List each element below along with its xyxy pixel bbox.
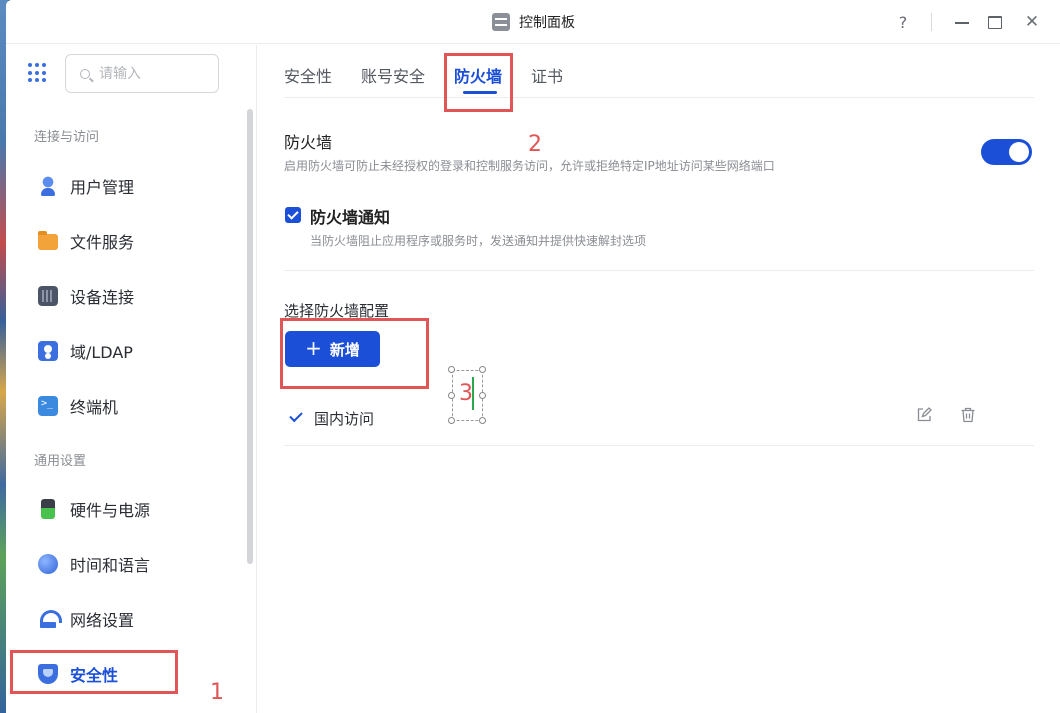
window-title: 控制面板 bbox=[519, 15, 575, 31]
firewall-toggle[interactable] bbox=[981, 139, 1032, 165]
annotation-number-3: 3 bbox=[459, 381, 473, 406]
battery-icon bbox=[41, 499, 55, 519]
section-label-general: 通用设置 bbox=[34, 454, 87, 469]
maximize-icon bbox=[988, 15, 1002, 29]
sidebar-item-user-management[interactable]: 用户管理 bbox=[14, 164, 242, 208]
close-button[interactable]: ✕ bbox=[1020, 10, 1044, 34]
annotation-box-3 bbox=[280, 318, 429, 389]
sidebar-item-ldap[interactable]: 域/LDAP bbox=[14, 329, 242, 373]
sidebar-item-device-connection[interactable]: 设备连接 bbox=[14, 274, 242, 318]
edit-icon[interactable] bbox=[916, 407, 932, 423]
window-title-group: 控制面板 bbox=[492, 11, 575, 33]
annotation-number-1: 1 bbox=[210, 680, 224, 705]
app-grid-icon[interactable] bbox=[28, 63, 48, 83]
selection-handle bbox=[479, 417, 486, 424]
annotation-number-2: 2 bbox=[528, 132, 542, 157]
text-caret bbox=[472, 377, 474, 410]
sidebar-item-label: 用户管理 bbox=[70, 178, 135, 197]
minimize-icon bbox=[955, 22, 969, 24]
control-panel-icon bbox=[492, 13, 510, 31]
sidebar: 连接与访问 用户管理 文件服务 设备连接 域/LDAP 终端机 通用设置 硬件与… bbox=[6, 45, 257, 713]
sidebar-item-label: 域/LDAP bbox=[70, 343, 133, 362]
tab-bar: 安全性 账号安全 防火墙 证书 bbox=[284, 45, 1034, 98]
sidebar-item-label: 终端机 bbox=[70, 398, 119, 417]
config-row-label: 国内访问 bbox=[314, 410, 375, 428]
tab-security[interactable]: 安全性 bbox=[284, 63, 332, 87]
trash-icon[interactable] bbox=[960, 407, 976, 423]
annotation-box-1 bbox=[10, 650, 178, 694]
selection-handle bbox=[448, 392, 455, 399]
user-icon bbox=[38, 176, 58, 196]
folder-icon bbox=[38, 231, 58, 250]
sidebar-item-network[interactable]: 网络设置 bbox=[14, 597, 242, 641]
sidebar-item-file-service[interactable]: 文件服务 bbox=[14, 219, 242, 263]
selection-handle bbox=[479, 366, 486, 373]
firewall-title: 防火墙 bbox=[284, 133, 333, 152]
tab-account-security[interactable]: 账号安全 bbox=[361, 63, 425, 87]
terminal-icon bbox=[38, 396, 58, 416]
firewall-description: 启用防火墙可防止未经授权的登录和控制服务访问，允许或拒绝特定IP地址访问某些网络… bbox=[284, 159, 775, 173]
help-button[interactable]: ? bbox=[891, 10, 915, 34]
firewall-notify-title: 防火墙通知 bbox=[310, 208, 391, 227]
sidebar-item-label: 网络设置 bbox=[70, 611, 135, 630]
selection-handle bbox=[448, 417, 455, 424]
sidebar-item-terminal[interactable]: 终端机 bbox=[14, 384, 242, 428]
config-row[interactable]: 国内访问 bbox=[284, 400, 1034, 446]
search-icon bbox=[80, 68, 90, 79]
section-label-connection: 连接与访问 bbox=[34, 130, 100, 145]
selection-handle bbox=[479, 392, 486, 399]
sidebar-item-label: 设备连接 bbox=[70, 288, 135, 307]
network-icon bbox=[38, 609, 62, 629]
firewall-notify-checkbox[interactable] bbox=[285, 207, 301, 223]
sidebar-scrollbar[interactable] bbox=[247, 109, 253, 564]
selection-handle bbox=[448, 366, 455, 373]
control-panel-window: 控制面板 ? ✕ 连接与访问 用户管理 文件服务 设备连接 域 bbox=[6, 0, 1060, 713]
sidebar-item-label: 硬件与电源 bbox=[70, 501, 151, 520]
toggle-knob bbox=[1009, 142, 1029, 162]
search-box[interactable] bbox=[65, 54, 219, 93]
annotation-box-2 bbox=[444, 53, 513, 112]
section-divider bbox=[284, 270, 1034, 271]
tab-certificate[interactable]: 证书 bbox=[531, 63, 563, 87]
title-bar: 控制面板 ? ✕ bbox=[6, 0, 1060, 44]
ldap-icon bbox=[38, 341, 58, 361]
minimize-button[interactable] bbox=[950, 10, 974, 34]
maximize-button[interactable] bbox=[983, 10, 1007, 34]
check-icon bbox=[289, 408, 303, 423]
sidebar-item-hardware-power[interactable]: 硬件与电源 bbox=[14, 487, 242, 531]
titlebar-divider bbox=[931, 13, 932, 31]
sidebar-item-label: 文件服务 bbox=[70, 233, 135, 252]
device-icon bbox=[38, 286, 58, 306]
firewall-notify-description: 当防火墙阻止应用程序或服务时，发送通知并提供快速解封选项 bbox=[310, 234, 647, 248]
sidebar-item-time-language[interactable]: 时间和语言 bbox=[14, 542, 242, 586]
sidebar-item-label: 时间和语言 bbox=[70, 556, 151, 575]
search-input[interactable] bbox=[99, 65, 199, 82]
globe-icon bbox=[38, 554, 58, 574]
